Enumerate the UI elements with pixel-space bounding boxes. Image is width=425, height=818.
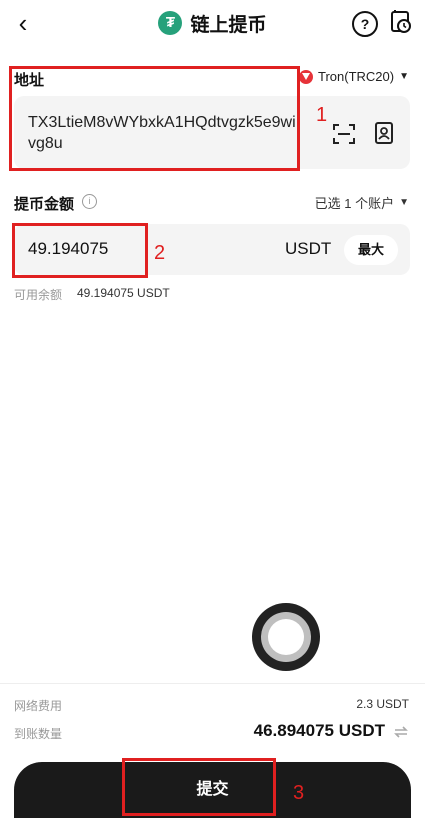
annotation-number-3: 3 (293, 782, 305, 804)
annotation-number-2: 2 (154, 242, 166, 264)
amount-label: 提币金额 (14, 196, 75, 213)
annotation-box-3 (122, 758, 276, 816)
annotation-number-1: 1 (316, 104, 328, 126)
address-book-icon[interactable] (375, 122, 393, 144)
network-selector[interactable]: Tron(TRC20) ▼ (299, 69, 409, 84)
network-fee-value: 2.3 USDT (356, 697, 409, 711)
max-button[interactable]: 最大 (344, 235, 398, 265)
tron-icon (299, 69, 313, 84)
page-title: 链上提币 (190, 14, 267, 36)
account-selector-label: 已选 1 个账户 (314, 196, 395, 211)
caret-down-icon: ▼ (399, 197, 409, 208)
annotation-box-2 (12, 223, 148, 278)
account-selector[interactable]: 已选 1 个账户 ▼ (315, 193, 409, 212)
swap-icon[interactable] (393, 724, 409, 740)
footer-divider (0, 683, 425, 684)
withdraw-history-icon[interactable] (390, 10, 412, 34)
annotation-box-1 (9, 66, 300, 171)
info-icon[interactable]: i (82, 194, 97, 209)
usdt-logo-icon: ₮ (158, 11, 183, 35)
assistive-touch-center (268, 619, 304, 655)
caret-down-icon: ▼ (399, 71, 409, 82)
network-fee-label: 网络费用 (14, 699, 63, 713)
available-balance-label: 可用余额 (14, 288, 63, 302)
receive-amount-label: 到账数量 (14, 727, 63, 741)
amount-unit: USDT (285, 239, 332, 258)
available-balance-value: 49.194075 USDT (77, 286, 170, 300)
network-name: Tron(TRC20) (318, 69, 395, 84)
help-icon[interactable]: ? (352, 11, 378, 37)
scan-icon[interactable] (332, 122, 356, 146)
receive-amount-value: 46.894075 USDT (253, 721, 385, 740)
